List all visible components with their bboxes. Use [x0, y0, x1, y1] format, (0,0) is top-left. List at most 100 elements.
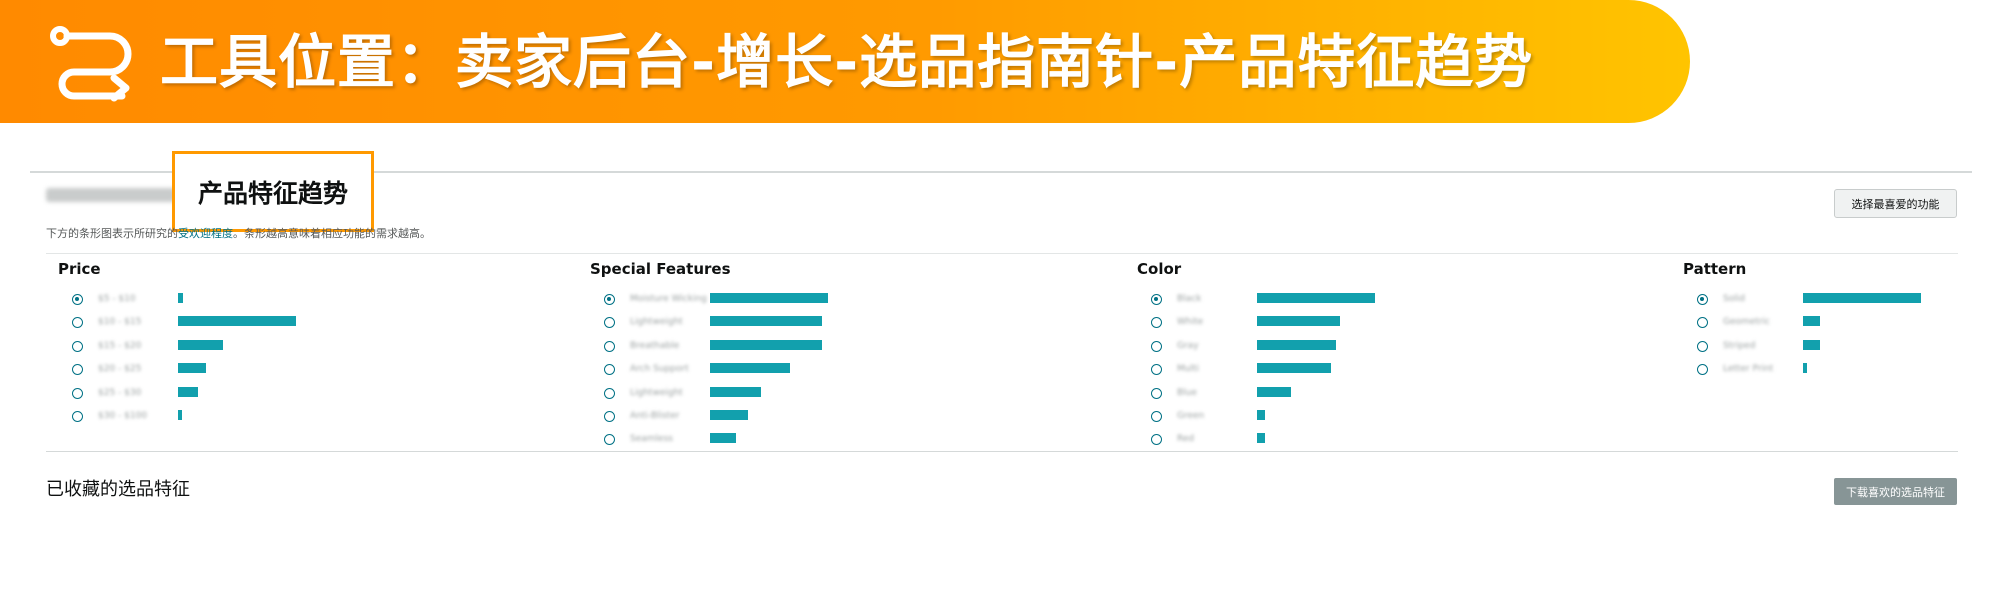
popularity-link[interactable]: 受欢迎程度 [178, 227, 233, 240]
feature-radio[interactable] [604, 387, 615, 399]
feature-row: Geometric [1683, 313, 2000, 336]
feature-rows: $5 - $10 $10 - $15 $15 - $20 $20 - $25 $25 -… [58, 290, 458, 430]
feature-row: $5 - $10 [58, 290, 458, 313]
section-callout-title: 产品特征趋势 [172, 151, 374, 232]
select-favorite-features-button[interactable]: 选择最喜爱的功能 [1834, 189, 1957, 218]
title-banner: 工具位置：卖家后台-增长-选品指南针-产品特征趋势 [0, 0, 1690, 123]
feature-bar [178, 363, 206, 374]
feature-bar-track [178, 409, 378, 420]
feature-bar [1803, 339, 1820, 350]
feature-row-label: Solid [1723, 294, 1745, 304]
download-favorite-features-button[interactable]: 下载喜欢的选品特征 [1834, 478, 1957, 505]
feature-bar-track [710, 386, 910, 397]
feature-row: White [1137, 313, 1537, 336]
feature-column-pattern: Pattern Solid Geometric Striped Letter Prin… [1683, 258, 2000, 384]
feature-radio[interactable] [604, 294, 615, 305]
features-top-divider [46, 253, 1958, 254]
features-bottom-divider [46, 451, 1958, 452]
feature-radio[interactable] [1151, 364, 1162, 376]
feature-bar [1257, 316, 1340, 327]
feature-row-label: Green [1177, 410, 1205, 421]
feature-row-label: Geometric [1723, 317, 1770, 328]
feature-row: Arch Support [590, 360, 990, 383]
feature-radio[interactable] [72, 410, 83, 422]
feature-bar [1257, 339, 1336, 350]
feature-bar [1257, 386, 1291, 397]
feature-radio[interactable] [1151, 434, 1162, 446]
feature-row-label: $10 - $15 [98, 317, 142, 328]
feature-row-label: Seamless [630, 434, 673, 445]
feature-rows: Black White Gray Multi Blue Green Red [1137, 290, 1537, 454]
feature-radio[interactable] [72, 340, 83, 352]
feature-row-label: Gray [1177, 340, 1199, 351]
feature-row: $15 - $20 [58, 337, 458, 360]
feature-bar-track [710, 339, 910, 350]
feature-radio[interactable] [1697, 294, 1708, 305]
chart-description: 下方的条形图表示所研究的受欢迎程度。条形越高意味着相应功能的需求越高。 [46, 225, 946, 241]
feature-radio[interactable] [72, 364, 83, 376]
feature-column-price: Price $5 - $10 $10 - $15 $15 - $20 $20 - $2… [58, 258, 458, 430]
feature-bar [1257, 433, 1265, 444]
feature-bar-track [1257, 363, 1457, 374]
feature-radio[interactable] [1697, 317, 1708, 329]
feature-radio[interactable] [1697, 340, 1708, 352]
feature-row-label: Lightweight [630, 317, 683, 328]
feature-row-label: Black [1177, 294, 1202, 304]
feature-row: Striped [1683, 337, 2000, 360]
feature-row: $10 - $15 [58, 313, 458, 336]
feature-row: $30 - $100 [58, 407, 458, 430]
feature-bar-track [1257, 433, 1457, 444]
banner-title: 工具位置：卖家后台-增长-选品指南针-产品特征趋势 [160, 28, 1534, 96]
feature-bar [178, 409, 182, 420]
feature-radio[interactable] [1151, 294, 1162, 305]
feature-title: Special Features [590, 260, 731, 278]
feature-bar [1803, 293, 1921, 303]
feature-radio[interactable] [1697, 364, 1708, 376]
feature-radio[interactable] [604, 434, 615, 446]
feature-radio[interactable] [604, 340, 615, 352]
feature-row: $25 - $30 [58, 384, 458, 407]
feature-row-label: Letter Print [1723, 364, 1774, 375]
feature-row: Blue [1137, 384, 1537, 407]
feature-radio[interactable] [72, 294, 83, 305]
feature-bar [1257, 363, 1331, 374]
feature-bar [178, 293, 183, 303]
feature-radio[interactable] [604, 364, 615, 376]
feature-row: Green [1137, 407, 1537, 430]
feature-bar [1803, 316, 1820, 327]
feature-bar-track [178, 316, 378, 327]
feature-row: Moisture Wicking [590, 290, 990, 313]
feature-row: Letter Print [1683, 360, 2000, 383]
feature-bar [178, 316, 296, 327]
feature-row: Multi [1137, 360, 1537, 383]
feature-row-label: Blue [1177, 387, 1197, 398]
feature-bar-track [710, 433, 910, 444]
feature-radio[interactable] [604, 410, 615, 422]
feature-bar [178, 339, 223, 350]
feature-radio[interactable] [1151, 317, 1162, 329]
feature-bar [710, 339, 822, 350]
feature-bar-track [1257, 386, 1457, 397]
feature-bar-track [178, 293, 378, 303]
feature-bar-track [178, 386, 378, 397]
feature-bar [710, 293, 828, 303]
feature-radio[interactable] [1151, 387, 1162, 399]
feature-radio[interactable] [1151, 410, 1162, 422]
feature-row-label: $30 - $100 [98, 410, 148, 421]
description-prefix: 下方的条形图表示所研究的 [46, 227, 178, 240]
blurred-section-heading [46, 188, 176, 202]
feature-rows: Solid Geometric Striped Letter Print [1683, 290, 2000, 384]
feature-radio[interactable] [1151, 340, 1162, 352]
feature-row-label: Breathable [630, 340, 680, 351]
feature-row-label: Arch Support [630, 364, 689, 375]
feature-radio[interactable] [72, 317, 83, 329]
feature-row: Gray [1137, 337, 1537, 360]
feature-row-label: $15 - $20 [98, 340, 142, 351]
feature-row: Anti-Blister [590, 407, 990, 430]
feature-bar [710, 409, 748, 420]
feature-radio[interactable] [604, 317, 615, 329]
feature-row: $20 - $25 [58, 360, 458, 383]
feature-bar [710, 316, 822, 327]
description-suffix: 。条形越高意味着相应功能的需求越高。 [233, 227, 431, 240]
feature-radio[interactable] [72, 387, 83, 399]
